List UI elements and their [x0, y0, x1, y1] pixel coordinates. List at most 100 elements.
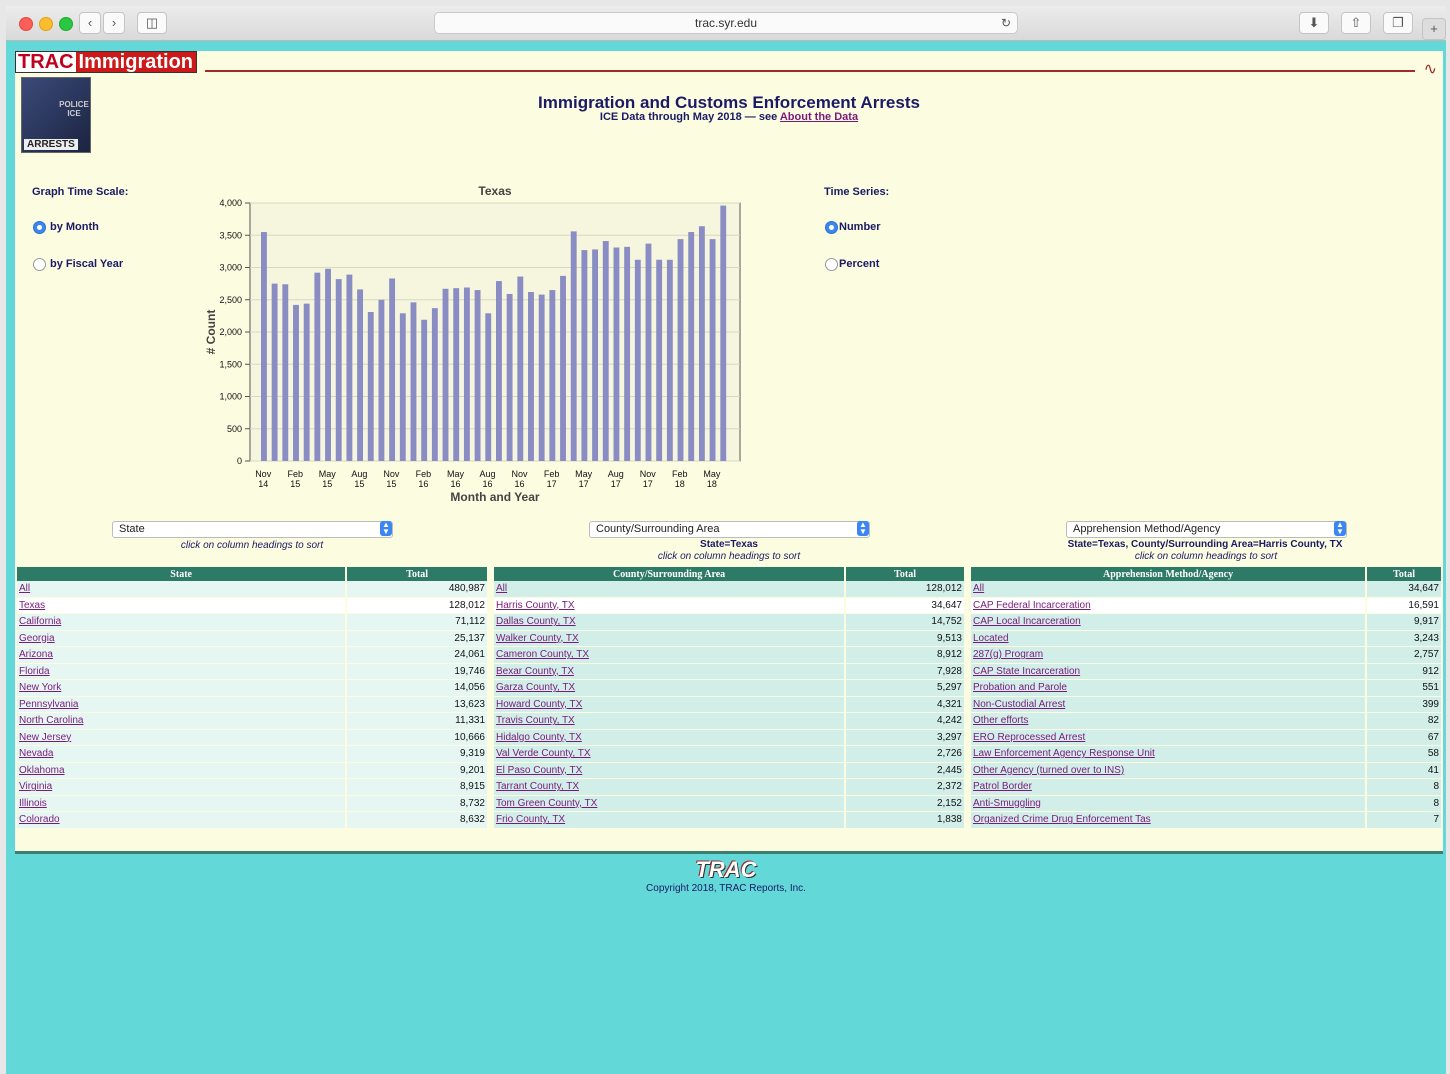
row-name-link[interactable]: El Paso County, TX [494, 762, 847, 779]
table-row[interactable]: Colorado 8,632 [17, 811, 489, 829]
row-name-link[interactable]: Hidalgo County, TX [494, 729, 847, 746]
table-row[interactable]: Val Verde County, TX 2,726 [494, 745, 966, 763]
row-name-link[interactable]: Located [971, 630, 1368, 647]
row-name-link[interactable]: New York [17, 679, 348, 697]
row-name-link[interactable]: Howard County, TX [494, 696, 847, 713]
table-row[interactable]: Located 3,243 [971, 630, 1443, 647]
row-name-link[interactable]: Illinois [17, 795, 348, 812]
row-name-link[interactable]: Frio County, TX [494, 811, 847, 829]
table-row[interactable]: CAP State Incarceration 912 [971, 663, 1443, 680]
state-column-header[interactable]: State [17, 567, 348, 581]
row-name-link[interactable]: CAP Federal Incarceration [971, 597, 1368, 614]
table-row[interactable]: Virginia 8,915 [17, 778, 489, 796]
table-row[interactable]: Howard County, TX 4,321 [494, 696, 966, 713]
percent-radio[interactable] [825, 258, 838, 271]
by-fiscal-year-label[interactable]: by Fiscal Year [50, 258, 123, 270]
table-row[interactable]: CAP Local Incarceration 9,917 [971, 613, 1443, 631]
row-name-link[interactable]: Travis County, TX [494, 712, 847, 730]
table-row[interactable]: Garza County, TX 5,297 [494, 679, 966, 697]
table-row[interactable]: Nevada 9,319 [17, 745, 489, 763]
row-name-link[interactable]: Other Agency (turned over to INS) [971, 762, 1368, 779]
table-row[interactable]: All 34,647 [971, 581, 1443, 598]
row-name-link[interactable]: Florida [17, 663, 348, 680]
table-row[interactable]: North Carolina 11,331 [17, 712, 489, 730]
row-name-link[interactable]: Bexar County, TX [494, 663, 847, 680]
row-name-link[interactable]: Harris County, TX [494, 597, 847, 614]
close-window-button[interactable] [19, 17, 33, 31]
row-name-link[interactable]: Val Verde County, TX [494, 745, 847, 763]
row-name-link[interactable]: Georgia [17, 630, 348, 647]
row-name-link[interactable]: Probation and Parole [971, 679, 1368, 697]
number-label[interactable]: Number [839, 221, 881, 233]
row-name-link[interactable]: Tom Green County, TX [494, 795, 847, 812]
row-name-link[interactable]: CAP Local Incarceration [971, 613, 1368, 631]
table-row[interactable]: Tarrant County, TX 2,372 [494, 778, 966, 796]
by-month-radio[interactable] [33, 221, 46, 234]
row-name-link[interactable]: Other efforts [971, 712, 1368, 730]
about-data-link[interactable]: About the Data [780, 111, 858, 123]
table-row[interactable]: California 71,112 [17, 613, 489, 631]
table-row[interactable]: New Jersey 10,666 [17, 729, 489, 746]
table-row[interactable]: Law Enforcement Agency Response Unit 58 [971, 745, 1443, 763]
forward-button[interactable]: › [103, 12, 125, 34]
table-row[interactable]: Frio County, TX 1,838 [494, 811, 966, 829]
agency-column-header[interactable]: Apprehension Method/Agency [971, 567, 1368, 581]
row-name-link[interactable]: Anti-Smuggling [971, 795, 1368, 812]
table-row[interactable]: CAP Federal Incarceration 16,591 [971, 597, 1443, 614]
table-row[interactable]: Probation and Parole 551 [971, 679, 1443, 697]
minimize-window-button[interactable] [39, 17, 53, 31]
row-name-link[interactable]: North Carolina [17, 712, 348, 730]
row-name-link[interactable]: Texas [17, 597, 348, 614]
agency-total-column-header[interactable]: Total [1366, 567, 1443, 581]
row-name-link[interactable]: CAP State Incarceration [971, 663, 1368, 680]
county-select[interactable]: County/Surrounding Area ▲ ▼ [589, 521, 870, 538]
row-name-link[interactable]: Arizona [17, 646, 348, 664]
table-row[interactable]: Illinois 8,732 [17, 795, 489, 812]
row-name-link[interactable]: Law Enforcement Agency Response Unit [971, 745, 1368, 763]
table-row[interactable]: Arizona 24,061 [17, 646, 489, 664]
table-row[interactable]: Texas 128,012 [17, 597, 489, 614]
table-row[interactable]: Oklahoma 9,201 [17, 762, 489, 779]
by-month-label[interactable]: by Month [50, 221, 99, 233]
row-name-link[interactable]: Colorado [17, 811, 348, 829]
row-name-link[interactable]: Organized Crime Drug Enforcement Tas [971, 811, 1368, 829]
row-name-link[interactable]: Patrol Border [971, 778, 1368, 796]
row-name-link[interactable]: Tarrant County, TX [494, 778, 847, 796]
table-row[interactable]: Pennsylvania 13,623 [17, 696, 489, 713]
row-name-link[interactable]: All [494, 581, 847, 598]
agency-select[interactable]: Apprehension Method/Agency ▲ ▼ [1066, 521, 1347, 538]
by-fiscal-year-radio[interactable] [33, 258, 46, 271]
table-row[interactable]: New York 14,056 [17, 679, 489, 697]
zoom-window-button[interactable] [59, 17, 73, 31]
table-row[interactable]: Georgia 25,137 [17, 630, 489, 647]
row-name-link[interactable]: Virginia [17, 778, 348, 796]
number-radio[interactable] [825, 221, 838, 234]
percent-label[interactable]: Percent [839, 258, 879, 270]
table-row[interactable]: Organized Crime Drug Enforcement Tas 7 [971, 811, 1443, 829]
share-button[interactable]: ⇧ [1341, 12, 1371, 34]
reload-icon[interactable]: ↻ [1001, 13, 1011, 33]
trac-immigration-logo[interactable]: TRAC Immigration [15, 51, 197, 73]
row-name-link[interactable]: Non-Custodial Arrest [971, 696, 1368, 713]
table-row[interactable]: Dallas County, TX 14,752 [494, 613, 966, 631]
state-total-column-header[interactable]: Total [346, 567, 489, 581]
table-row[interactable]: Harris County, TX 34,647 [494, 597, 966, 614]
table-row[interactable]: Patrol Border 8 [971, 778, 1443, 796]
row-name-link[interactable]: 287(g) Program [971, 646, 1368, 664]
tabs-overview-button[interactable]: ❐ [1383, 12, 1413, 34]
row-name-link[interactable]: California [17, 613, 348, 631]
table-row[interactable]: ERO Reprocessed Arrest 67 [971, 729, 1443, 746]
table-row[interactable]: Bexar County, TX 7,928 [494, 663, 966, 680]
row-name-link[interactable]: ERO Reprocessed Arrest [971, 729, 1368, 746]
sidebar-button[interactable]: ◫ [137, 12, 167, 34]
table-row[interactable]: All 480,987 [17, 581, 489, 598]
row-name-link[interactable]: Walker County, TX [494, 630, 847, 647]
row-name-link[interactable]: Nevada [17, 745, 348, 763]
county-column-header[interactable]: County/Surrounding Area [494, 567, 847, 581]
table-row[interactable]: Cameron County, TX 8,912 [494, 646, 966, 664]
row-name-link[interactable]: All [17, 581, 348, 598]
table-row[interactable]: All 128,012 [494, 581, 966, 598]
row-name-link[interactable]: Garza County, TX [494, 679, 847, 697]
table-row[interactable]: Tom Green County, TX 2,152 [494, 795, 966, 812]
row-name-link[interactable]: Oklahoma [17, 762, 348, 779]
